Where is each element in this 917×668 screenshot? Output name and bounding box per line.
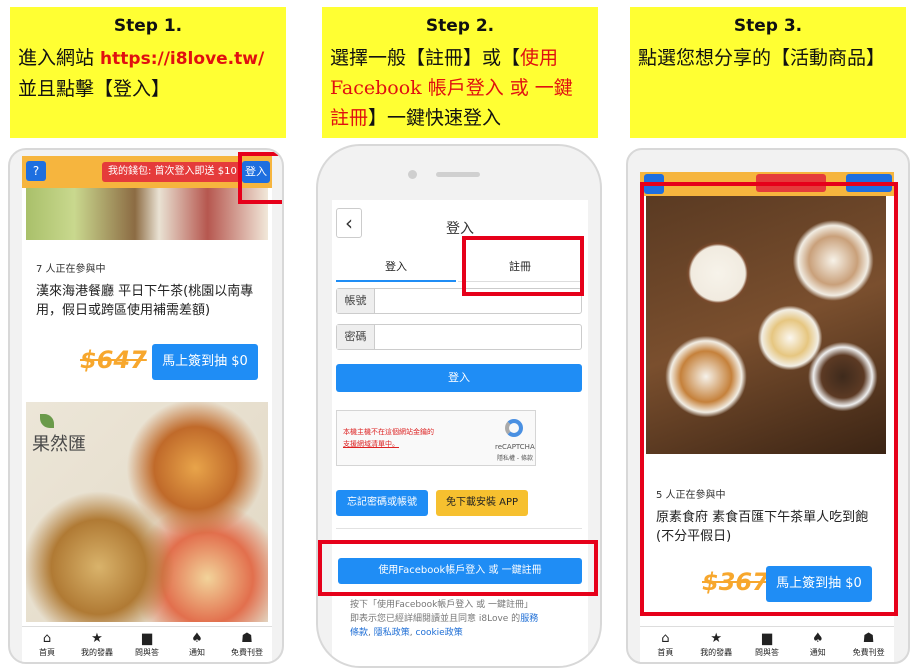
download-app-button[interactable]: 免下載安裝 APP <box>436 490 528 516</box>
step1-banner: Step 1. 進入網站 https://i8love.tw/ 並且點擊【登入】 <box>10 7 286 138</box>
food-image: 果然匯 <box>26 402 268 622</box>
nav-label: 免費刊登 <box>852 648 885 657</box>
step2-line3: 註冊】一鍵快速登入 <box>330 103 590 133</box>
captcha-brand: reCAPTCHA <box>495 443 535 451</box>
nav-label: 我的發轟 <box>81 648 113 657</box>
highlight-facebook <box>318 540 598 596</box>
submit-login-button[interactable]: 登入 <box>336 364 582 392</box>
recaptcha-box[interactable]: 本機主機不在這個網站金鑰的 支援網域清單中。 reCAPTCHA 隱私權 - 條… <box>336 410 536 466</box>
nav-label: 通知 <box>809 648 826 657</box>
group-icon: ☗ <box>862 631 875 646</box>
brand-name: 果然匯 <box>32 434 86 455</box>
password-field[interactable]: 密碼 <box>336 324 582 350</box>
help-icon[interactable]: ? <box>26 161 46 181</box>
nav-post[interactable]: ☗ 免費刊登 <box>843 627 894 662</box>
step2-text-b: 使用 <box>520 47 559 69</box>
captcha-error-1: 本機主機不在這個網站金鑰的 <box>343 428 434 436</box>
notice-line1: 按下「使用Facebook帳戶登入 或 一鍵註冊」 <box>350 600 534 610</box>
terms-link-2[interactable]: 條款 <box>350 628 368 638</box>
fb-notice: 按下「使用Facebook帳戶登入 或 一鍵註冊」 即表示您已經詳細閱讀並且同意… <box>350 598 586 640</box>
highlight-register <box>462 236 584 296</box>
password-label: 密碼 <box>337 325 375 349</box>
draw-button[interactable]: 馬上簽到抽 $0 <box>152 344 258 380</box>
nav-qa[interactable]: ▆ 問與答 <box>122 627 172 662</box>
brand-logo: 果然匯 <box>32 414 86 456</box>
recaptcha-icon <box>505 419 523 437</box>
nav-my-posts[interactable]: ★ 我的發轟 <box>72 627 122 662</box>
step1-text: 進入網站 <box>18 47 101 69</box>
login-title: 登入 <box>446 221 474 237</box>
phone-2: ‹ 登入 登入 註冊 帳號 密碼 登入 本機主機不在這個網站金鑰的 支援網域清單… <box>316 144 602 668</box>
nav-my-posts[interactable]: ★ 我的發轟 <box>691 627 742 662</box>
nav-label: 問與答 <box>135 648 159 657</box>
step2-line1: 選擇一般【註冊】或【使用 <box>330 43 590 73</box>
nav-label: 問與答 <box>754 648 779 657</box>
step1-line2: 並且點擊【登入】 <box>18 78 171 100</box>
step3-title: Step 3. <box>733 16 803 36</box>
bottom-nav: ⌂ 首頁 ★ 我的發轟 ▆ 問與答 ♠ 通知 ☗ 免費刊登 <box>22 626 272 662</box>
step3-line1: 點選您想分享的【活動商品】 <box>638 47 886 69</box>
nav-home[interactable]: ⌂ 首頁 <box>640 627 691 662</box>
nav-label: 首頁 <box>657 648 674 657</box>
original-price: $647 <box>80 346 147 374</box>
nav-qa[interactable]: ▆ 問與答 <box>742 627 793 662</box>
bell-icon: ♠ <box>191 631 203 646</box>
phone-3: 5 人正在參與中 原素食府 素食百匯下午茶單人吃到飽(不分平假日) $367 馬… <box>626 148 910 664</box>
dessert-image <box>26 188 268 240</box>
step2-text-d: 】一鍵快速登入 <box>368 107 502 129</box>
nav-label: 我的發轟 <box>700 648 733 657</box>
cookie-link[interactable]: cookie政策 <box>416 628 463 638</box>
step1-title: Step 1. <box>113 16 183 36</box>
step1-line1: 進入網站 https://i8love.tw/ <box>18 43 278 74</box>
star-icon: ★ <box>91 631 103 646</box>
step2-text-c: 註冊 <box>330 107 369 129</box>
nav-label: 通知 <box>189 648 205 657</box>
chat-icon: ▆ <box>761 631 772 646</box>
highlight-login <box>238 152 282 204</box>
notice-line2: 即表示您已經詳細閱讀並且同意 i8Love 的 <box>350 614 521 624</box>
product-title[interactable]: 漢來海港餐廳 平日下午茶(桃園以南專用，假日或跨區使用補需差額) <box>36 282 262 320</box>
privacy-link[interactable]: 隱私政策 <box>374 628 410 638</box>
nav-label: 首頁 <box>39 648 55 657</box>
phone1-screen: ? 我的錢包: 首次登入即送 $10 登入 7 人正在參與中 漢來海港餐廳 平日… <box>22 156 272 662</box>
leaf-icon <box>40 414 54 428</box>
camera <box>408 170 417 179</box>
star-icon: ★ <box>710 631 723 646</box>
product-card-1[interactable]: 7 人正在參與中 漢來海港餐廳 平日下午茶(桃園以南專用，假日或跨區使用補需差額… <box>26 240 268 390</box>
tab-login[interactable]: 登入 <box>336 252 456 282</box>
captcha-links[interactable]: 隱私權 - 條款 <box>497 453 533 462</box>
wallet-badge[interactable]: 我的錢包: 首次登入即送 $10 <box>102 162 243 182</box>
step2-line2: Facebook 帳戶登入 或 一鍵 <box>330 77 573 99</box>
captcha-error-2[interactable]: 支援網域清單中。 <box>343 439 399 449</box>
nav-post[interactable]: ☗ 免費刊登 <box>222 627 272 662</box>
forgot-password-button[interactable]: 忘記密碼或帳號 <box>336 490 428 516</box>
chat-icon: ▆ <box>142 631 152 646</box>
nav-home[interactable]: ⌂ 首頁 <box>22 627 72 662</box>
phone-1: ? 我的錢包: 首次登入即送 $10 登入 7 人正在參與中 漢來海港餐廳 平日… <box>8 148 284 664</box>
nav-notify[interactable]: ♠ 通知 <box>172 627 222 662</box>
nav-notify[interactable]: ♠ 通知 <box>792 627 843 662</box>
account-label: 帳號 <box>337 289 375 313</box>
nav-label: 免費刊登 <box>231 648 263 657</box>
group-icon: ☗ <box>241 631 253 646</box>
bottom-nav: ⌂ 首頁 ★ 我的發轟 ▆ 問與答 ♠ 通知 ☗ 免費刊登 <box>640 626 894 662</box>
site-url[interactable]: https://i8love.tw/ <box>100 49 264 69</box>
bell-icon: ♠ <box>811 631 824 646</box>
step3-banner: Step 3. 點選您想分享的【活動商品】 <box>630 7 906 138</box>
terms-link[interactable]: 服務 <box>520 614 538 624</box>
phone1-topbar: ? 我的錢包: 首次登入即送 $10 登入 <box>22 156 272 188</box>
participants-count: 7 人正在參與中 <box>36 264 106 275</box>
step2-title: Step 2. <box>425 16 495 36</box>
speaker <box>436 172 480 177</box>
divider <box>336 528 582 529</box>
home-icon: ⌂ <box>661 631 670 646</box>
highlight-product <box>640 182 898 616</box>
home-icon: ⌂ <box>42 631 52 646</box>
step2-text-a: 選擇一般【註冊】或【 <box>330 47 521 69</box>
step2-banner: Step 2. 選擇一般【註冊】或【使用 Facebook 帳戶登入 或 一鍵 … <box>322 7 598 138</box>
